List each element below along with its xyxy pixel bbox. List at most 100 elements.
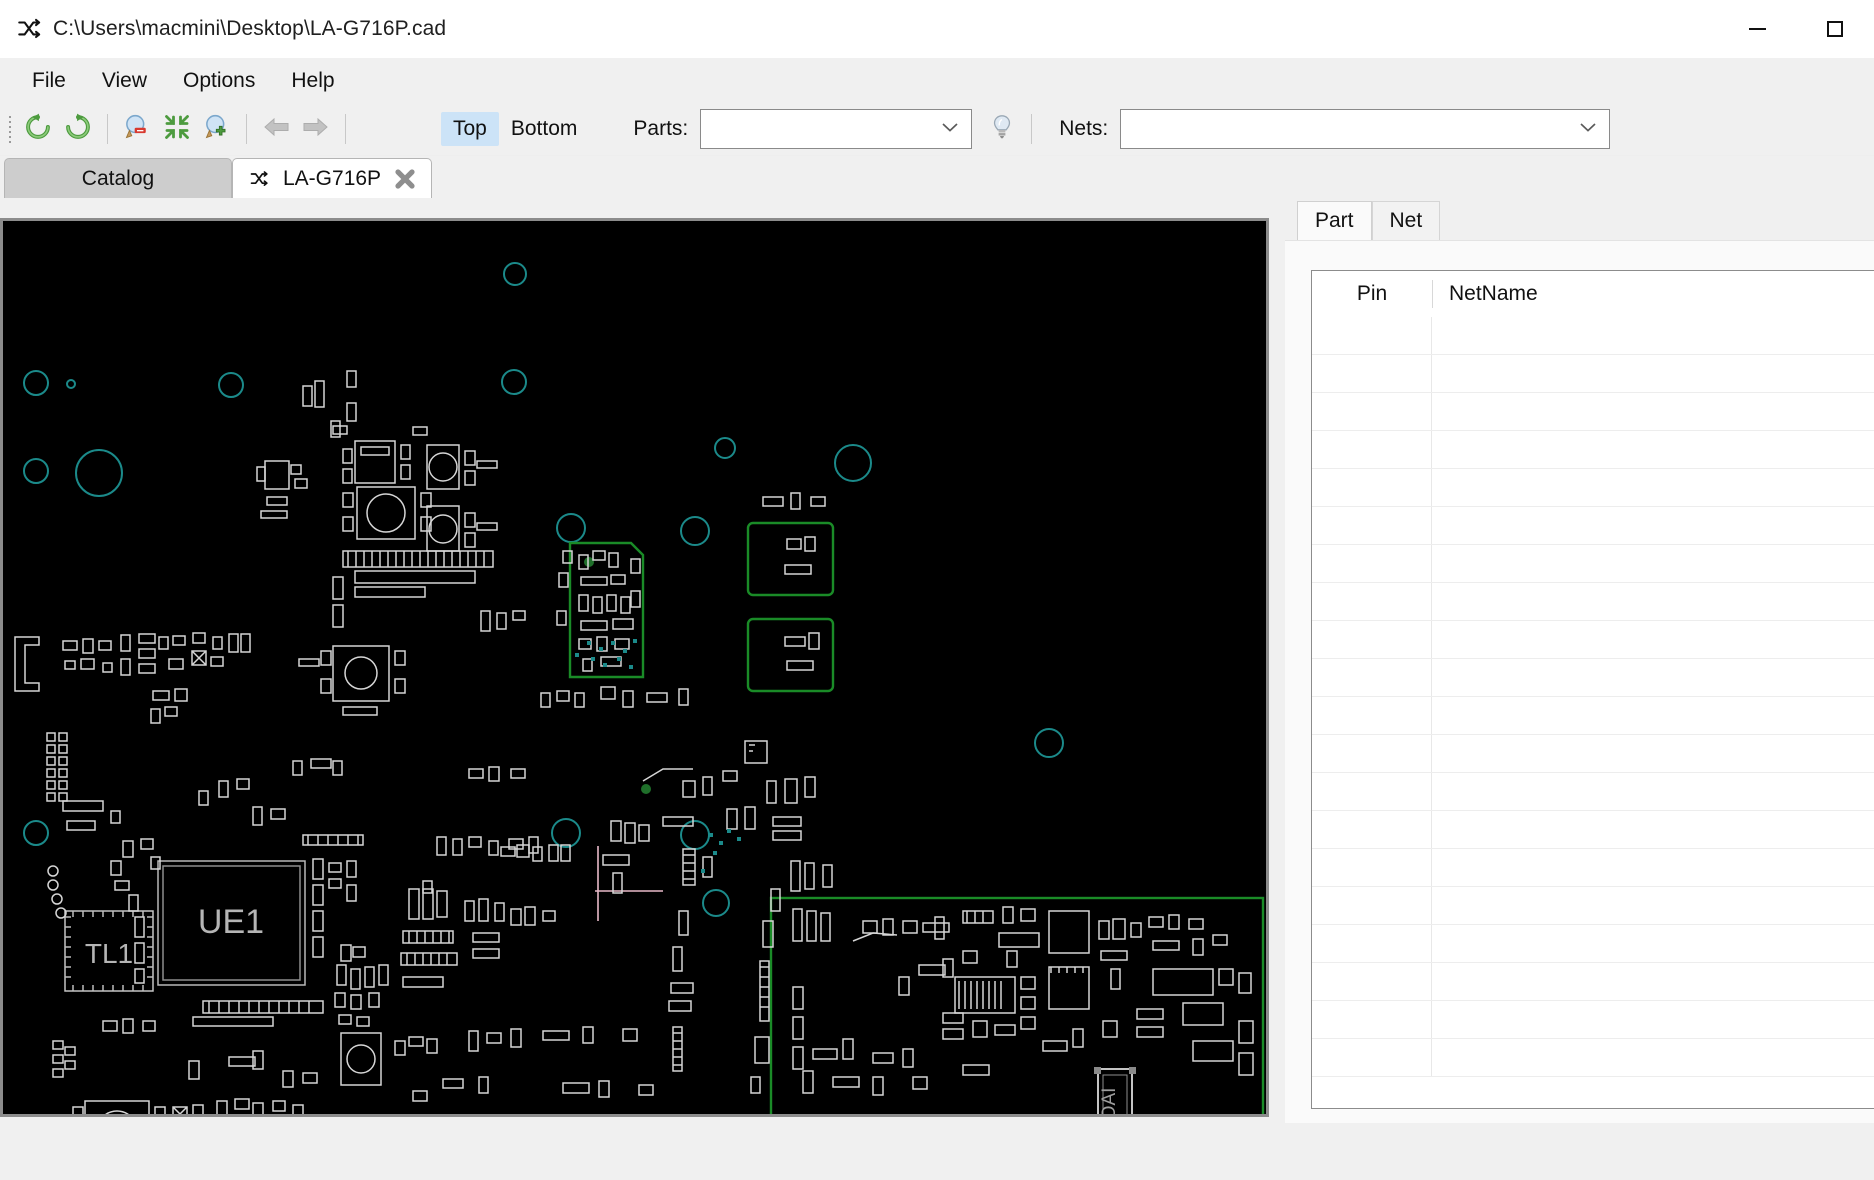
cell-pin [1312, 621, 1432, 658]
column-header-netname[interactable]: NetName [1433, 271, 1874, 317]
cell-pin [1312, 507, 1432, 544]
chevron-down-icon [941, 120, 959, 138]
maximize-button[interactable] [1796, 0, 1874, 58]
cell-netname [1432, 545, 1874, 582]
table-row[interactable] [1312, 355, 1874, 393]
table-row[interactable] [1312, 1039, 1874, 1077]
doc-tab-la-g716p[interactable]: LA-G716P [232, 158, 432, 198]
cell-pin [1312, 887, 1432, 924]
cell-netname [1432, 887, 1874, 924]
cell-pin [1312, 583, 1432, 620]
menu-options[interactable]: Options [165, 65, 273, 97]
pin-net-grid[interactable]: Pin NetName [1311, 270, 1874, 1109]
cell-netname [1432, 849, 1874, 886]
pcb-render: JVOAI UE1 TL1 [3, 221, 1266, 1114]
cell-netname [1432, 659, 1874, 696]
shuffle-icon [16, 16, 42, 42]
column-header-pin[interactable]: Pin [1312, 271, 1432, 317]
table-row[interactable] [1312, 773, 1874, 811]
menu-view[interactable]: View [84, 65, 165, 97]
cell-pin [1312, 773, 1432, 810]
table-row[interactable] [1312, 1001, 1874, 1039]
cell-pin [1312, 849, 1432, 886]
cell-netname [1432, 697, 1874, 734]
cell-netname [1432, 925, 1874, 962]
table-row[interactable] [1312, 545, 1874, 583]
document-tab-bar: Catalog LA-G716P [0, 156, 1874, 198]
zoom-out-button[interactable] [117, 109, 157, 149]
table-row[interactable] [1312, 697, 1874, 735]
cell-netname [1432, 773, 1874, 810]
table-row[interactable] [1312, 963, 1874, 1001]
tab-part[interactable]: Part [1297, 201, 1372, 240]
table-row[interactable] [1312, 469, 1874, 507]
table-row[interactable] [1312, 507, 1874, 545]
cell-netname [1432, 735, 1874, 772]
table-row[interactable] [1312, 811, 1874, 849]
table-row[interactable] [1312, 925, 1874, 963]
pcb-label-ue1: UE1 [198, 903, 264, 941]
cell-pin [1312, 1001, 1432, 1038]
cell-pin [1312, 697, 1432, 734]
undo-button[interactable] [18, 109, 58, 149]
layer-top-button[interactable]: Top [441, 112, 499, 146]
highlight-button[interactable] [982, 109, 1022, 149]
shuffle-icon [247, 169, 271, 189]
cell-pin [1312, 925, 1432, 962]
nav-forward-button[interactable] [296, 109, 336, 149]
close-icon[interactable] [393, 167, 417, 191]
table-row[interactable] [1312, 583, 1874, 621]
cell-pin [1312, 393, 1432, 430]
pcb-label-rotated: JVOAI [1099, 1088, 1120, 1114]
tab-net[interactable]: Net [1372, 201, 1441, 240]
toolbar-separator [246, 114, 247, 144]
title-bar: C:\Users\macmini\Desktop\LA-G716P.cad [0, 0, 1874, 58]
minimize-button[interactable] [1718, 0, 1796, 58]
doc-tab-catalog[interactable]: Catalog [4, 158, 232, 198]
parts-combobox[interactable] [700, 109, 972, 149]
cell-netname [1432, 583, 1874, 620]
toolbar-grip[interactable] [6, 114, 14, 144]
grid-body [1312, 317, 1874, 1108]
redo-button[interactable] [58, 109, 98, 149]
table-row[interactable] [1312, 621, 1874, 659]
table-row[interactable] [1312, 317, 1874, 355]
cell-netname [1432, 621, 1874, 658]
cell-pin [1312, 735, 1432, 772]
cell-netname [1432, 1039, 1874, 1076]
toolbar-separator [1031, 114, 1032, 144]
cell-pin [1312, 355, 1432, 392]
toolbar-separator [345, 114, 346, 144]
window-title: C:\Users\macmini\Desktop\LA-G716P.cad [53, 17, 446, 41]
zoom-out-icon [123, 113, 151, 146]
cell-netname [1432, 507, 1874, 544]
inspector-tab-bar: Part Net [1285, 198, 1874, 240]
layer-bottom-button[interactable]: Bottom [499, 112, 590, 146]
doc-tab-label: Catalog [82, 167, 154, 191]
nav-back-button[interactable] [256, 109, 296, 149]
chevron-down-icon [1579, 120, 1597, 138]
cell-netname [1432, 1001, 1874, 1038]
menu-file[interactable]: File [14, 65, 84, 97]
zoom-in-icon [203, 113, 231, 146]
maximize-icon [1827, 21, 1843, 37]
cell-pin [1312, 1039, 1432, 1076]
table-row[interactable] [1312, 887, 1874, 925]
nets-combobox[interactable] [1120, 109, 1610, 149]
table-row[interactable] [1312, 431, 1874, 469]
toolbar-separator [107, 114, 108, 144]
cell-netname [1432, 811, 1874, 848]
cell-netname [1432, 963, 1874, 1000]
table-row[interactable] [1312, 393, 1874, 431]
pcb-canvas[interactable]: JVOAI UE1 TL1 [0, 218, 1269, 1117]
cell-pin [1312, 545, 1432, 582]
table-row[interactable] [1312, 659, 1874, 697]
table-row[interactable] [1312, 735, 1874, 773]
minimize-icon [1749, 28, 1766, 30]
fit-to-window-button[interactable] [157, 109, 197, 149]
window-controls [1718, 0, 1874, 58]
table-row[interactable] [1312, 849, 1874, 887]
menu-help[interactable]: Help [273, 65, 352, 97]
zoom-in-button[interactable] [197, 109, 237, 149]
cell-netname [1432, 393, 1874, 430]
